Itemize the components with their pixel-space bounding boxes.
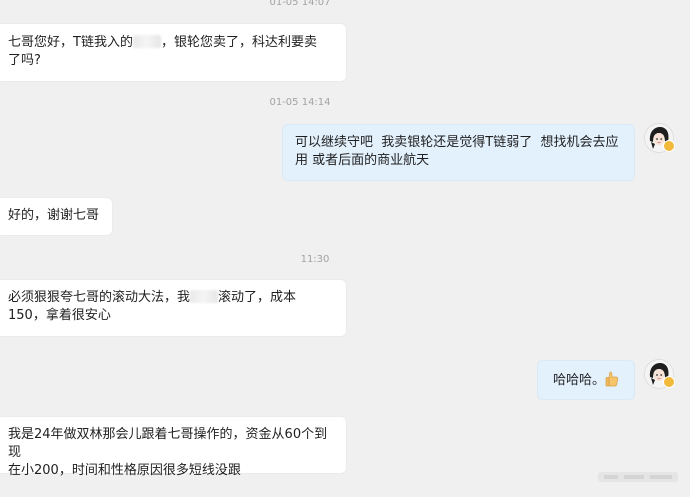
timestamp: 01-05 14:07	[269, 0, 331, 8]
incoming-message[interactable]: 七哥您好，T链我入的 ，银轮您卖了，科达利要卖 了吗?	[0, 24, 346, 81]
user-avatar[interactable]	[645, 360, 675, 388]
chat-thread[interactable]: 01-05 14:07 七哥您好，T链我入的 ，银轮您卖了，科达利要卖 了吗? 0…	[0, 0, 690, 497]
thumbs-up-emoji-icon	[605, 371, 619, 387]
blurred-watermark	[598, 472, 678, 482]
message-text: 必须狠狠夸七哥的滚动大法，我	[8, 290, 191, 305]
redacted-text	[190, 290, 219, 303]
redacted-text	[132, 35, 161, 48]
timestamp: 11:30	[300, 254, 330, 265]
message-text: 七哥您好，T链我入的	[8, 35, 133, 50]
user-avatar[interactable]	[645, 124, 675, 152]
incoming-message[interactable]: 我是24年做双林那会儿跟着七哥操作的，资金从60个到现 在小200，时间和性格原…	[0, 417, 346, 478]
gold-verified-badge-icon	[663, 140, 675, 152]
incoming-message[interactable]: 好的，谢谢七哥	[0, 198, 112, 235]
timestamp: 01-05 14:14	[269, 97, 331, 108]
message-text: 哈哈哈。	[553, 373, 606, 388]
outgoing-message[interactable]: 可以继续守吧 我卖银轮还是觉得T链弱了 想找机会去应 用 或者后面的商业航天	[283, 125, 634, 180]
incoming-message[interactable]: 必须狠狠夸七哥的滚动大法，我 滚动了，成本 150，拿着很安心	[0, 280, 346, 336]
gold-verified-badge-icon	[663, 376, 675, 388]
outgoing-message[interactable]: 哈哈哈。	[538, 361, 634, 399]
